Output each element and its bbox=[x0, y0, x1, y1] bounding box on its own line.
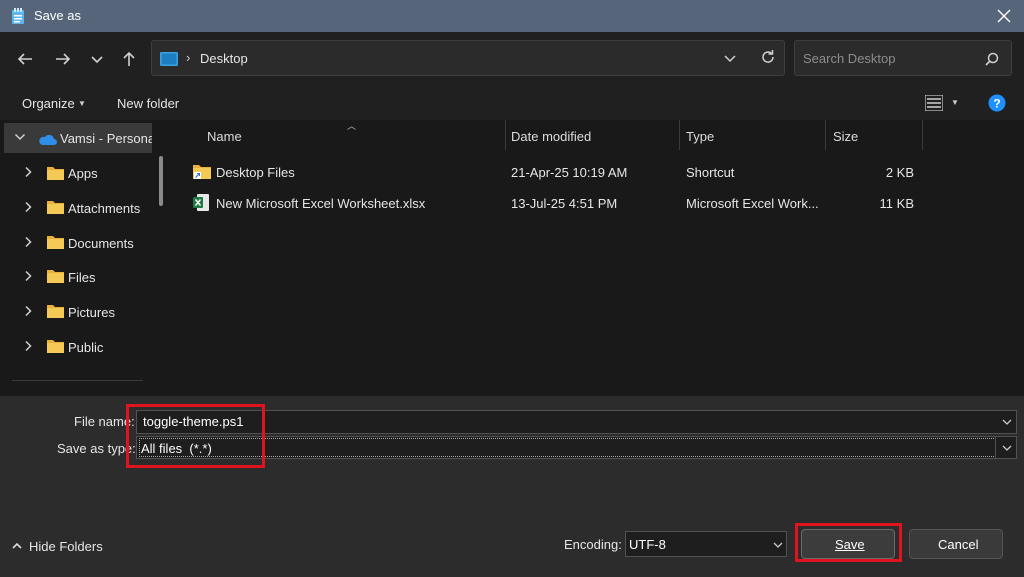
folder-icon bbox=[47, 339, 64, 353]
column-header-type[interactable]: Type bbox=[686, 129, 714, 144]
file-date: 21-Apr-25 10:19 AM bbox=[511, 165, 628, 180]
title-bar bbox=[0, 0, 1024, 32]
column-header-name[interactable]: Name bbox=[207, 129, 242, 144]
nav-expand-chevron-icon[interactable] bbox=[22, 236, 34, 248]
nav-expand-chevron-icon[interactable] bbox=[22, 305, 34, 317]
file-type: Microsoft Excel Work... bbox=[686, 196, 819, 211]
file-name-dropdown-icon[interactable] bbox=[1001, 416, 1013, 428]
column-divider[interactable] bbox=[505, 120, 506, 150]
back-arrow-icon[interactable] bbox=[12, 46, 38, 72]
svg-text:?: ? bbox=[993, 97, 1000, 111]
folder-icon bbox=[47, 235, 64, 249]
desktop-folder-icon bbox=[160, 52, 178, 66]
view-dropdown-icon[interactable]: ▼ bbox=[951, 98, 959, 107]
new-folder-button[interactable]: New folder bbox=[117, 96, 179, 111]
up-arrow-icon[interactable] bbox=[116, 46, 142, 72]
folder-icon bbox=[47, 166, 64, 180]
file-type: Shortcut bbox=[686, 165, 735, 180]
address-dropdown-chevron-icon[interactable] bbox=[722, 50, 738, 66]
encoding-label: Encoding: bbox=[564, 537, 622, 552]
organize-dropdown-icon[interactable]: ▼ bbox=[78, 99, 86, 108]
refresh-icon[interactable] bbox=[759, 48, 777, 66]
save-as-type-focus-ring bbox=[139, 438, 996, 457]
organize-button[interactable]: Organize bbox=[22, 96, 75, 111]
window-title: Save as bbox=[34, 8, 81, 23]
help-icon[interactable]: ? bbox=[988, 94, 1006, 112]
file-name: Desktop Files bbox=[216, 165, 295, 180]
file-size: 11 KB bbox=[879, 196, 914, 211]
file-size: 2 KB bbox=[885, 165, 914, 180]
nav-item-attachments[interactable]: Attachments bbox=[68, 201, 140, 216]
file-name: New Microsoft Excel Worksheet.xlsx bbox=[216, 196, 426, 211]
nav-expand-chevron-icon[interactable] bbox=[22, 270, 34, 282]
column-header-date[interactable]: Date modified bbox=[511, 129, 591, 144]
column-header-size[interactable]: Size bbox=[833, 129, 858, 144]
nav-expand-chevron-icon[interactable] bbox=[22, 166, 34, 178]
cancel-button-label[interactable]: Cancel bbox=[938, 537, 978, 552]
chevron-up-icon[interactable] bbox=[11, 541, 23, 551]
encoding-dropdown-icon[interactable] bbox=[772, 539, 784, 551]
close-icon[interactable] bbox=[996, 8, 1012, 24]
hide-folders-button[interactable]: Hide Folders bbox=[29, 539, 103, 554]
nav-item-pictures[interactable]: Pictures bbox=[68, 305, 115, 320]
nav-expand-chevron-icon[interactable] bbox=[14, 131, 26, 143]
folder-icon bbox=[47, 269, 64, 283]
nav-label-onedrive: Vamsi - Personal bbox=[60, 131, 152, 146]
save-as-type-label: Save as type: bbox=[57, 441, 136, 456]
view-options-icon[interactable] bbox=[925, 95, 943, 111]
save-as-type-dropdown-icon[interactable] bbox=[1001, 442, 1013, 454]
search-icon[interactable] bbox=[985, 52, 999, 66]
sort-ascending-icon: ︿ bbox=[347, 121, 357, 131]
column-divider[interactable] bbox=[679, 120, 680, 150]
nav-expand-chevron-icon[interactable] bbox=[22, 201, 34, 213]
column-divider[interactable] bbox=[922, 120, 923, 150]
highlight-box bbox=[795, 523, 902, 562]
breadcrumb-desktop[interactable]: Desktop bbox=[200, 51, 248, 66]
file-date: 13-Jul-25 4:51 PM bbox=[511, 196, 618, 211]
select-divider bbox=[995, 437, 996, 458]
folder-shortcut-icon bbox=[193, 164, 211, 179]
notepad-icon bbox=[10, 8, 26, 25]
breadcrumb-separator: › bbox=[186, 50, 191, 65]
encoding-value[interactable]: UTF-8 bbox=[629, 537, 666, 552]
search-placeholder: Search Desktop bbox=[803, 51, 896, 66]
nav-item-public[interactable]: Public bbox=[68, 340, 103, 355]
folder-icon bbox=[47, 304, 64, 318]
excel-file-icon bbox=[193, 194, 209, 211]
nav-item-files[interactable]: Files bbox=[68, 270, 95, 285]
onedrive-icon bbox=[37, 133, 57, 145]
folder-icon bbox=[47, 200, 64, 214]
nav-divider bbox=[12, 380, 143, 381]
column-divider[interactable] bbox=[825, 120, 826, 150]
nav-item-apps[interactable]: Apps bbox=[68, 166, 98, 181]
nav-item-documents[interactable]: Documents bbox=[68, 236, 134, 251]
highlight-box bbox=[126, 404, 265, 468]
nav-expand-chevron-icon[interactable] bbox=[22, 340, 34, 352]
forward-arrow-icon[interactable] bbox=[50, 46, 76, 72]
nav-scrollbar[interactable] bbox=[159, 156, 163, 206]
recent-locations-chevron-icon[interactable] bbox=[84, 46, 110, 72]
file-name-input[interactable] bbox=[136, 410, 1017, 434]
